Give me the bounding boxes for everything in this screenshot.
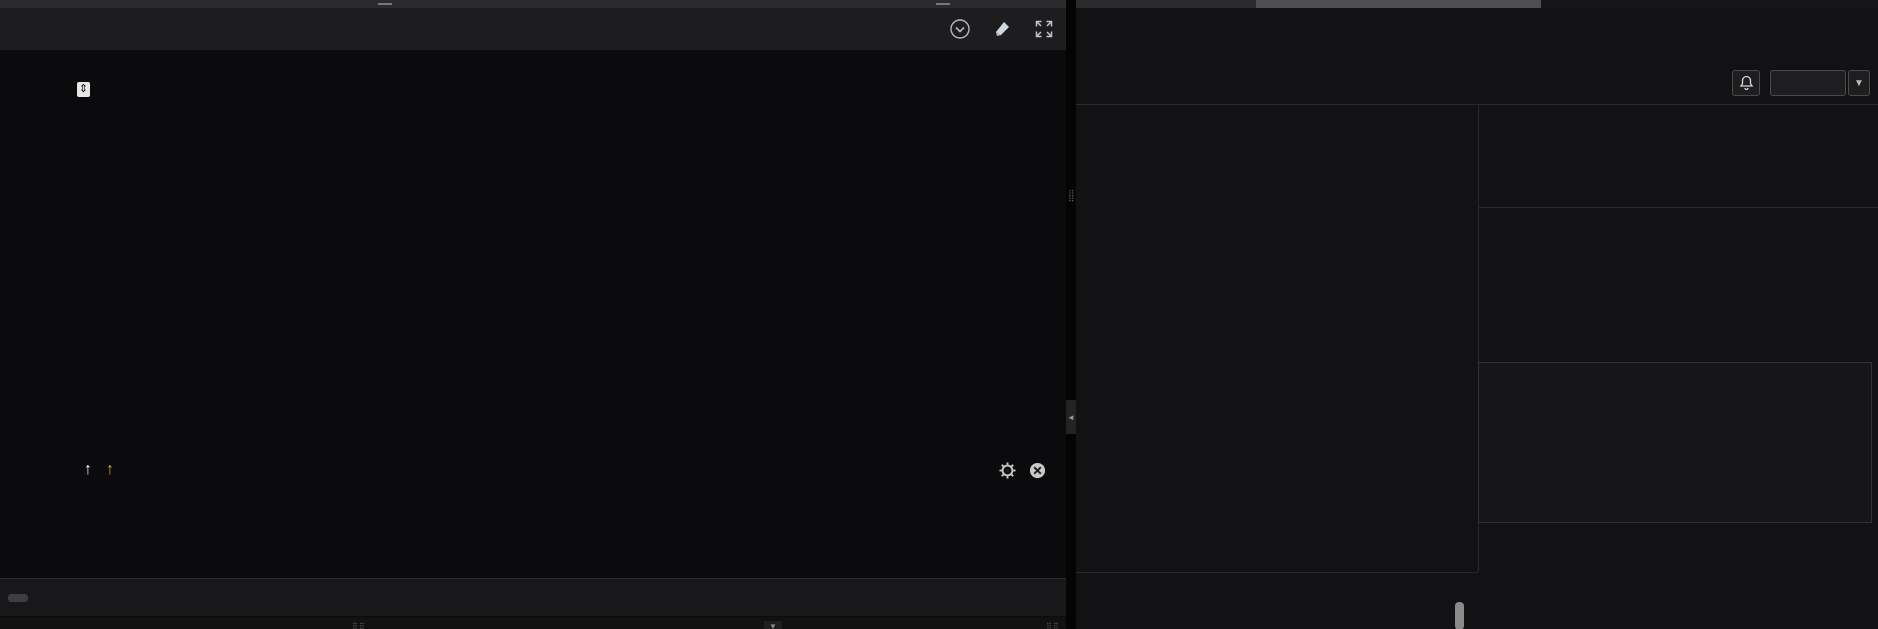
scroll-caret-icon[interactable]: ▼ [764, 621, 782, 629]
matrix-value: ↑ [106, 461, 114, 479]
section-title [1076, 572, 1478, 606]
splitter-grip-icon[interactable]: ⠿⠿ [1068, 192, 1075, 202]
alert-bell-button[interactable] [1732, 70, 1760, 96]
net-flow-barchart [1478, 362, 1872, 523]
grip-dots-icon[interactable]: ⠿⠿ [1046, 624, 1060, 629]
indicator-tabbar [0, 578, 1066, 616]
time-axis [0, 554, 1066, 576]
divider [1076, 104, 1878, 105]
index-list-scrollbar[interactable] [1455, 602, 1464, 629]
window-strip-mark [378, 3, 392, 5]
watchlist-caret-button[interactable]: ▼ [1848, 70, 1870, 96]
indicator-menu-button[interactable] [8, 594, 28, 602]
gear-icon[interactable] [998, 461, 1016, 479]
quote-panel: ▼ [1076, 8, 1878, 629]
intraday-chart[interactable] [0, 8, 1066, 629]
window-top-strip [0, 0, 1878, 8]
close-indicator-icon[interactable] [1028, 461, 1046, 479]
trix-value: ↑ [84, 461, 92, 479]
divider [1478, 207, 1878, 208]
window-strip-segment [1256, 0, 1541, 8]
grip-dots-icon[interactable]: ⠿⠿ [352, 624, 366, 629]
bottom-scrollbar[interactable]: ⠿⠿ ▼ ⠿⠿ [0, 617, 1066, 629]
add-watchlist-button[interactable] [1770, 70, 1846, 96]
trix-indicator-header: ↑ ↑ [70, 457, 1046, 483]
trade-signal-ticker [1478, 558, 1878, 629]
net-flow-categories [1478, 530, 1872, 556]
price-range-marker-icon: ⇕ [77, 82, 90, 97]
chart-panel: ⇕ ↑ ↑ ⠿⠿ ▼ ⠿⠿ [0, 8, 1066, 629]
stock-app-window: ⇕ ↑ ↑ ⠿⠿ ▼ ⠿⠿ [0, 0, 1878, 629]
panel-splitter[interactable]: ⠿⠿ ◄ [1066, 0, 1076, 629]
bell-icon [1739, 75, 1754, 91]
collapse-panel-arrow[interactable]: ◄ [1066, 400, 1076, 434]
window-strip-mark [936, 3, 950, 5]
important-index-section [1076, 572, 1478, 606]
window-strip-segment [1541, 0, 1878, 8]
